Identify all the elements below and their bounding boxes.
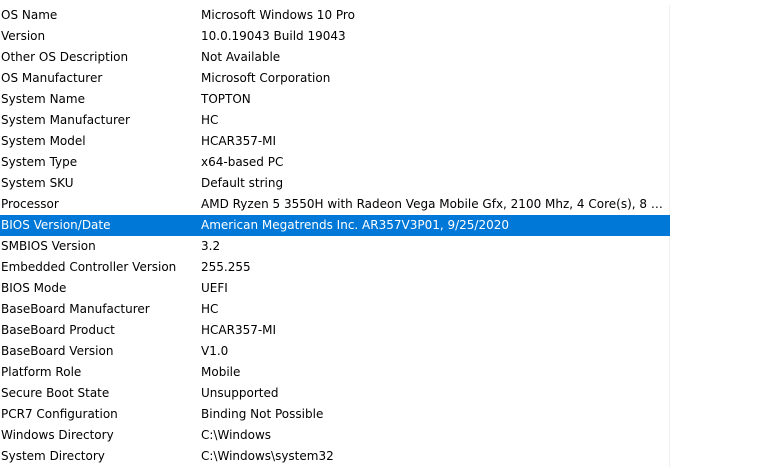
item-value: Microsoft Corporation [201, 71, 331, 85]
item-value: TOPTON [201, 92, 251, 106]
item-value: 3.2 [201, 239, 221, 253]
list-row-version[interactable]: Version 10.0.19043 Build 19043 [0, 26, 670, 47]
list-row-system-type[interactable]: System Type x64-based PC [0, 152, 670, 173]
list-row-windows-directory[interactable]: Windows Directory C:\Windows [0, 425, 670, 446]
item-value: C:\Windows [201, 428, 272, 442]
list-row-system-model[interactable]: System Model HCAR357-MI [0, 131, 670, 152]
item-label: Other OS Description [1, 50, 129, 64]
list-row-processor[interactable]: Processor AMD Ryzen 5 3550H with Radeon … [0, 194, 670, 215]
list-row-system-name[interactable]: System Name TOPTON [0, 89, 670, 110]
item-value: AMD Ryzen 5 3550H with Radeon Vega Mobil… [201, 197, 667, 211]
item-value: 255.255 [201, 260, 251, 274]
item-label: Version [1, 29, 46, 43]
item-label: System Name [1, 92, 85, 106]
item-label: Windows Directory [1, 428, 114, 442]
item-value: Not Available [201, 50, 281, 64]
item-label: Processor [1, 197, 59, 211]
item-value: American Megatrends Inc. AR357V3P01, 9/2… [201, 218, 510, 232]
item-value: 10.0.19043 Build 19043 [201, 29, 346, 43]
list-row-bios-version-date[interactable]: BIOS Version/Date American Megatrends In… [0, 215, 670, 236]
list-row-system-directory[interactable]: System Directory C:\Windows\system32 [0, 446, 670, 467]
item-value: C:\Windows\system32 [201, 449, 334, 463]
list-row-bios-mode[interactable]: BIOS Mode UEFI [0, 278, 670, 299]
item-label: System SKU [1, 176, 74, 190]
item-label: Platform Role [1, 365, 82, 379]
system-summary-list[interactable]: OS Name Microsoft Windows 10 Pro Version… [0, 5, 670, 467]
item-label: System Model [1, 134, 86, 148]
item-value: Mobile [201, 365, 241, 379]
item-label: OS Name [1, 8, 58, 22]
item-label: OS Manufacturer [1, 71, 103, 85]
list-row-os-name[interactable]: OS Name Microsoft Windows 10 Pro [0, 5, 670, 26]
item-value: HCAR357-MI [201, 323, 277, 337]
item-label: BaseBoard Product [1, 323, 115, 337]
item-value: HC [201, 302, 219, 316]
item-value: UEFI [201, 281, 228, 295]
item-label: BIOS Mode [1, 281, 67, 295]
item-value: Unsupported [201, 386, 279, 400]
item-label: BaseBoard Version [1, 344, 114, 358]
item-value: HCAR357-MI [201, 134, 277, 148]
list-row-embedded-controller-version[interactable]: Embedded Controller Version 255.255 [0, 257, 670, 278]
item-value: x64-based PC [201, 155, 284, 169]
list-row-baseboard-version[interactable]: BaseBoard Version V1.0 [0, 341, 670, 362]
item-value: V1.0 [201, 344, 229, 358]
item-value: Binding Not Possible [201, 407, 324, 421]
list-row-pcr7-configuration[interactable]: PCR7 Configuration Binding Not Possible [0, 404, 670, 425]
item-label: PCR7 Configuration [1, 407, 118, 421]
item-label: SMBIOS Version [1, 239, 96, 253]
item-value: Default string [201, 176, 284, 190]
list-row-baseboard-product[interactable]: BaseBoard Product HCAR357-MI [0, 320, 670, 341]
list-row-smbios-version[interactable]: SMBIOS Version 3.2 [0, 236, 670, 257]
item-label: BIOS Version/Date [1, 218, 111, 232]
list-row-baseboard-manufacturer[interactable]: BaseBoard Manufacturer HC [0, 299, 670, 320]
item-label: Secure Boot State [1, 386, 110, 400]
item-value: HC [201, 113, 219, 127]
item-value: Microsoft Windows 10 Pro [201, 8, 355, 22]
list-row-system-sku[interactable]: System SKU Default string [0, 173, 670, 194]
list-row-os-manufacturer[interactable]: OS Manufacturer Microsoft Corporation [0, 68, 670, 89]
item-label: System Manufacturer [1, 113, 130, 127]
list-row-secure-boot-state[interactable]: Secure Boot State Unsupported [0, 383, 670, 404]
item-label: System Type [1, 155, 78, 169]
list-row-platform-role[interactable]: Platform Role Mobile [0, 362, 670, 383]
item-label: System Directory [1, 449, 105, 463]
list-row-other-os-description[interactable]: Other OS Description Not Available [0, 47, 670, 68]
item-label: Embedded Controller Version [1, 260, 177, 274]
list-row-system-manufacturer[interactable]: System Manufacturer HC [0, 110, 670, 131]
item-label: BaseBoard Manufacturer [1, 302, 150, 316]
